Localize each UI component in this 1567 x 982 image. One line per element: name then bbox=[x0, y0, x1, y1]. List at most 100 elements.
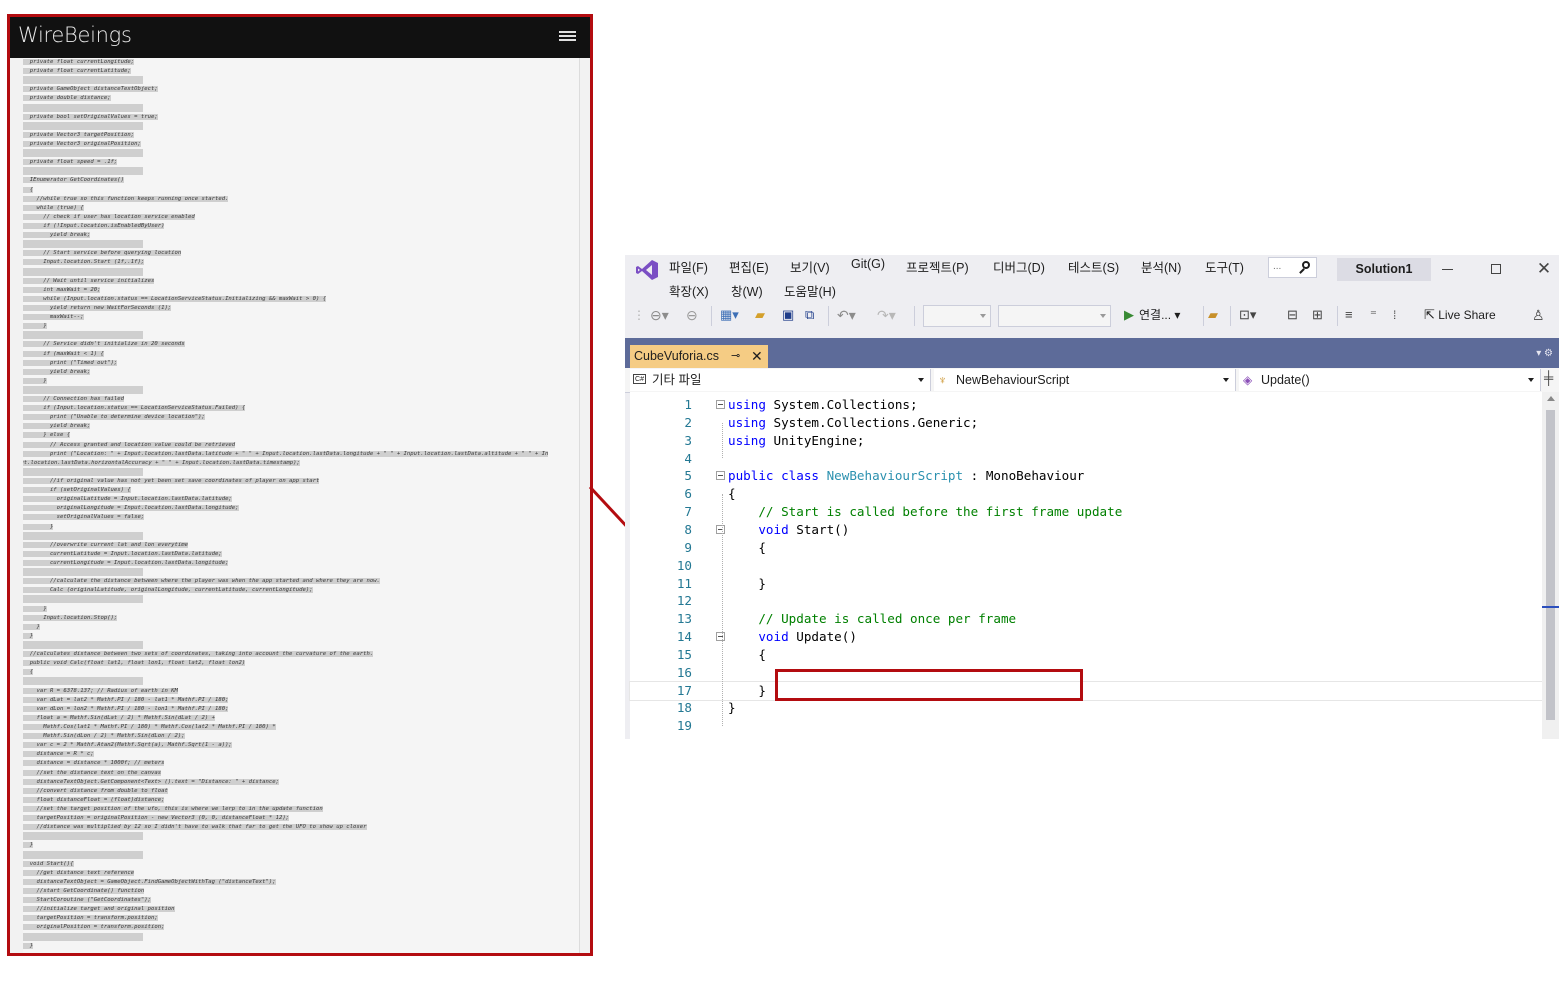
open-folder-icon[interactable]: ▰ bbox=[755, 305, 765, 325]
menu-item[interactable]: 분석(N) bbox=[1141, 257, 1181, 276]
solution-name-badge[interactable]: Solution1 bbox=[1337, 258, 1431, 281]
menu-item[interactable]: 보기(V) bbox=[790, 257, 830, 276]
code-line: //set the distance text on the canvas bbox=[23, 769, 162, 776]
code-line bbox=[23, 76, 579, 85]
code-token: Start() bbox=[788, 521, 850, 537]
code-line: yield break; bbox=[23, 423, 91, 430]
toolbar-overflow-icon[interactable]: ⁞ bbox=[1393, 305, 1396, 325]
code-line: while (true) { bbox=[23, 204, 84, 211]
line-number: 16 bbox=[676, 664, 692, 680]
solution-explorer-icon[interactable]: ⊞ bbox=[1312, 305, 1323, 325]
collapse-icon[interactable] bbox=[716, 471, 725, 481]
menu-item[interactable]: 파일(F) bbox=[669, 257, 708, 276]
line-number: 10 bbox=[676, 557, 692, 573]
menu-item[interactable]: 테스트(S) bbox=[1068, 257, 1119, 276]
comment-lines-icon[interactable]: ≡ bbox=[1345, 305, 1353, 325]
menu-item[interactable]: 창(W) bbox=[731, 281, 763, 300]
code-editor[interactable]: 1 using System.Collections; 2 using System.… bbox=[629, 392, 1543, 739]
code-line: // check if user has location service en… bbox=[23, 213, 195, 220]
code-line bbox=[23, 568, 579, 577]
menu-item[interactable]: 확장(X) bbox=[669, 281, 709, 300]
editor-line[interactable]: 2 using System.Collections.Generic; bbox=[630, 414, 1542, 432]
undo-icon[interactable]: ↶▾ bbox=[837, 305, 856, 325]
editor-line[interactable]: 4 bbox=[630, 450, 1542, 468]
navigate-forward-icon[interactable]: ⊖ bbox=[686, 305, 698, 325]
editor-vertical-scrollbar[interactable] bbox=[1542, 392, 1559, 739]
tab-close-icon[interactable]: ✕ bbox=[751, 345, 763, 368]
editor-line[interactable]: 11 } bbox=[630, 575, 1542, 593]
file-explorer-icon[interactable]: ▰ bbox=[1208, 305, 1218, 325]
editor-line[interactable]: 1 using System.Collections; bbox=[630, 396, 1542, 414]
code-line: } bbox=[23, 842, 34, 849]
platform-dropdown[interactable] bbox=[998, 305, 1111, 327]
account-icon[interactable]: ♙ bbox=[1532, 305, 1545, 325]
code-line bbox=[23, 677, 579, 686]
site-logo[interactable]: WireBeings bbox=[18, 23, 132, 47]
save-all-icon[interactable]: ⧉ bbox=[805, 305, 814, 325]
search-box[interactable]: ... bbox=[1268, 257, 1317, 278]
scrollbar-thumb[interactable] bbox=[1546, 410, 1555, 720]
maximize-button[interactable] bbox=[1486, 259, 1506, 279]
split-window-icon[interactable]: ╪ bbox=[1544, 370, 1553, 385]
menu-item[interactable]: 편집(E) bbox=[729, 257, 769, 276]
hamburger-menu-icon[interactable] bbox=[559, 31, 576, 44]
uncomment-lines-icon[interactable]: ⁼ bbox=[1370, 305, 1377, 325]
connect-label: 연결... bbox=[1139, 308, 1172, 322]
code-line: print ("Timed out"); bbox=[23, 359, 118, 366]
configuration-dropdown[interactable] bbox=[923, 305, 991, 327]
screenshot-icon[interactable]: ⊡▾ bbox=[1239, 305, 1256, 325]
code-text: using UnityEngine; bbox=[728, 432, 865, 450]
tab-overflow-icon[interactable]: ▾ ⚙ bbox=[1536, 348, 1553, 359]
code-line bbox=[23, 467, 579, 477]
code-token: System.Collections; bbox=[765, 397, 918, 412]
editor-line[interactable]: 8 void Start() bbox=[630, 521, 1542, 539]
code-line: int maxWait = 20; bbox=[23, 286, 101, 293]
code-line: setOriginalValues = false; bbox=[23, 514, 145, 521]
tab-cubevuforia[interactable]: CubeVuforia.cs ⊸ ✕ bbox=[630, 345, 768, 368]
menu-item[interactable]: 디버그(D) bbox=[993, 257, 1045, 276]
minimize-button[interactable] bbox=[1437, 259, 1457, 279]
close-window-button[interactable]: ✕ bbox=[1534, 259, 1554, 279]
editor-line[interactable]: 13 // Update is called once per frame bbox=[630, 610, 1542, 628]
connect-button[interactable]: 연결... ▾ bbox=[1139, 305, 1180, 325]
editor-line[interactable]: 10 bbox=[630, 557, 1542, 575]
editor-line[interactable]: 9 { bbox=[630, 539, 1542, 557]
start-debug-icon[interactable]: ▶ bbox=[1124, 305, 1134, 325]
redo-icon[interactable]: ↷▾ bbox=[877, 305, 896, 325]
editor-line[interactable]: 3 using UnityEngine; bbox=[630, 432, 1542, 450]
code-text: void Start() bbox=[728, 521, 849, 539]
navigation-bar: C# 기타 파일 ♆ NewBehaviourScript ◈ Update()… bbox=[625, 368, 1559, 393]
pin-icon[interactable]: ⊸ bbox=[731, 345, 740, 368]
bookmark-icon[interactable]: ⊟ bbox=[1287, 305, 1298, 325]
code-text: } bbox=[728, 682, 766, 700]
editor-line[interactable]: 17 } bbox=[629, 680, 1543, 701]
tab-filename: CubeVuforia.cs bbox=[634, 349, 719, 363]
code-line: } bbox=[23, 323, 47, 330]
menu-item[interactable]: 도구(T) bbox=[1205, 257, 1244, 276]
editor-line[interactable]: 7 // Start is called before the first fr… bbox=[630, 503, 1542, 521]
menu-item[interactable]: Git(G) bbox=[851, 257, 885, 271]
menu-item[interactable]: 도움말(H) bbox=[784, 281, 836, 300]
editor-line[interactable]: 6{ bbox=[630, 485, 1542, 503]
save-icon[interactable]: ▣ bbox=[782, 305, 794, 325]
code-line: //distance was multiplied by 12 so I did… bbox=[23, 824, 367, 831]
member-dropdown[interactable]: ◈ Update() bbox=[1239, 369, 1541, 391]
editor-line[interactable]: 15 { bbox=[630, 646, 1542, 664]
new-project-icon[interactable]: ▦▾ bbox=[720, 305, 739, 325]
visual-studio-window: 파일(F) 편집(E) 보기(V) Git(G) 프로젝트(P) 디버그(D) 테스트(S)… bbox=[625, 255, 1559, 739]
editor-line[interactable]: 16 bbox=[630, 664, 1542, 682]
editor-line[interactable]: 14 void Update() bbox=[630, 628, 1542, 646]
project-dropdown[interactable]: C# 기타 파일 bbox=[630, 369, 931, 391]
collapse-icon[interactable] bbox=[716, 400, 725, 409]
live-share-button[interactable]: ⇱ Live Share bbox=[1424, 305, 1496, 325]
code-line bbox=[23, 167, 579, 176]
scroll-up-icon[interactable] bbox=[1547, 396, 1555, 401]
editor-line[interactable]: 5 public class NewBehaviourScript : MonoB… bbox=[630, 467, 1542, 485]
editor-line[interactable]: 18} bbox=[630, 699, 1542, 717]
navigate-back-icon[interactable]: ⊖▾ bbox=[650, 305, 669, 325]
editor-line[interactable]: 19 bbox=[630, 717, 1542, 735]
menu-item[interactable]: 프로젝트(P) bbox=[906, 257, 969, 276]
class-dropdown[interactable]: ♆ NewBehaviourScript bbox=[934, 369, 1236, 391]
editor-line[interactable]: 12 bbox=[630, 592, 1542, 610]
